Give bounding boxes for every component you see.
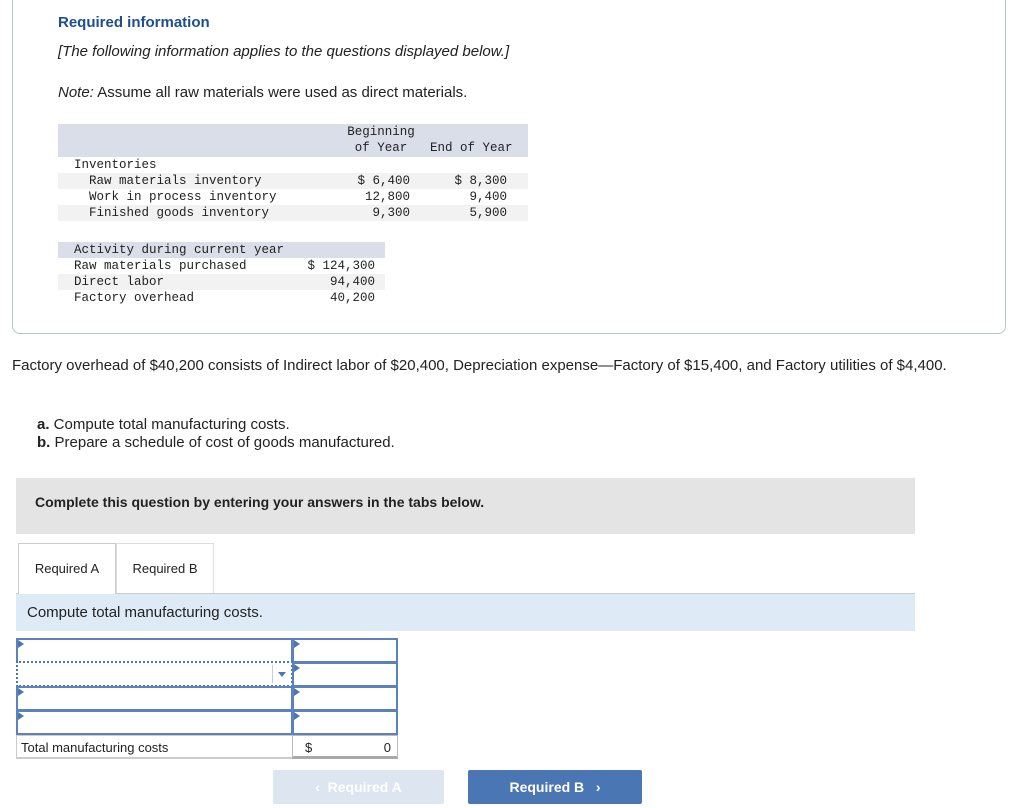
note-label: Note: <box>58 84 94 101</box>
total-value-cell: $ 0 <box>292 735 398 759</box>
task-b: b. Prepare a schedule of cost of goods m… <box>37 434 395 451</box>
next-required-b-button[interactable]: Required B › <box>468 770 642 804</box>
inventory-end: $ 8,300 <box>454 174 507 188</box>
activity-label: Factory overhead <box>74 291 195 305</box>
task-a: a. Compute total manufacturing costs. <box>37 416 290 433</box>
total-label: Total manufacturing costs <box>21 740 169 755</box>
activity-label: Direct labor <box>74 275 165 289</box>
task-letter: b. <box>37 434 51 451</box>
inventory-label: Raw materials inventory <box>89 174 262 188</box>
inventory-label: Finished goods inventory <box>89 206 270 220</box>
prev-label: Required A <box>327 779 402 795</box>
instruction-text: Complete this question by entering your … <box>35 494 485 510</box>
inventory-end: 5,900 <box>469 206 507 220</box>
total-value: 0 <box>383 740 391 755</box>
next-label: Required B <box>509 779 585 795</box>
amount-input-4[interactable] <box>292 710 398 735</box>
col-end: End of Year <box>430 141 513 155</box>
label-input-1[interactable] <box>16 638 293 663</box>
inventory-label: Work in process inventory <box>89 190 277 204</box>
note-text: Assume all raw materials were used as di… <box>93 84 468 101</box>
label-input-3[interactable] <box>16 686 293 711</box>
inventory-end: 9,400 <box>469 190 507 204</box>
task-text: Prepare a schedule of cost of goods manu… <box>50 434 395 451</box>
label-select-2[interactable] <box>16 661 293 687</box>
total-label-cell: Total manufacturing costs <box>16 735 293 759</box>
amount-input-3[interactable] <box>292 686 398 711</box>
panel-title: Compute total manufacturing costs. <box>27 604 263 621</box>
info-note: Note: Assume all raw materials were used… <box>58 84 467 101</box>
col-beginning: Beginning <box>347 125 415 139</box>
info-heading: Required information <box>58 14 210 31</box>
task-letter: a. <box>37 416 50 433</box>
info-subheading: [The following information applies to th… <box>58 43 510 60</box>
activity-label: Raw materials purchased <box>74 259 247 273</box>
select-divider <box>272 665 273 683</box>
inventory-begin: 9,300 <box>372 206 410 220</box>
activity-value: 94,400 <box>329 275 375 289</box>
col-beginning-2: of Year <box>354 141 408 155</box>
amount-input-2[interactable] <box>292 662 398 687</box>
prev-required-a-button[interactable]: ‹ Required A <box>273 770 444 804</box>
chevron-down-icon[interactable] <box>278 672 286 677</box>
tab-required-b[interactable]: Required B <box>116 543 214 593</box>
activity-value: 40,200 <box>329 291 375 305</box>
activity-value: $ 124,300 <box>307 259 375 273</box>
amount-input-1[interactable] <box>292 638 398 663</box>
currency-symbol: $ <box>305 740 313 755</box>
chevron-right-icon: › <box>584 779 601 795</box>
inventory-begin: 12,800 <box>364 190 410 204</box>
inventory-begin: $ 6,400 <box>357 174 410 188</box>
task-text: Compute total manufacturing costs. <box>49 416 290 433</box>
panel-title-bar: Compute total manufacturing costs. <box>16 593 915 631</box>
overhead-text: Factory overhead of $40,200 consists of … <box>12 357 947 374</box>
activity-header: Activity during current year <box>74 243 285 257</box>
inventories-label: Inventories <box>74 158 157 172</box>
chevron-left-icon: ‹ <box>315 779 328 795</box>
label-input-4[interactable] <box>16 710 293 735</box>
instruction-bar: Complete this question by entering your … <box>16 478 915 534</box>
tab-required-a[interactable]: Required A <box>18 543 116 594</box>
